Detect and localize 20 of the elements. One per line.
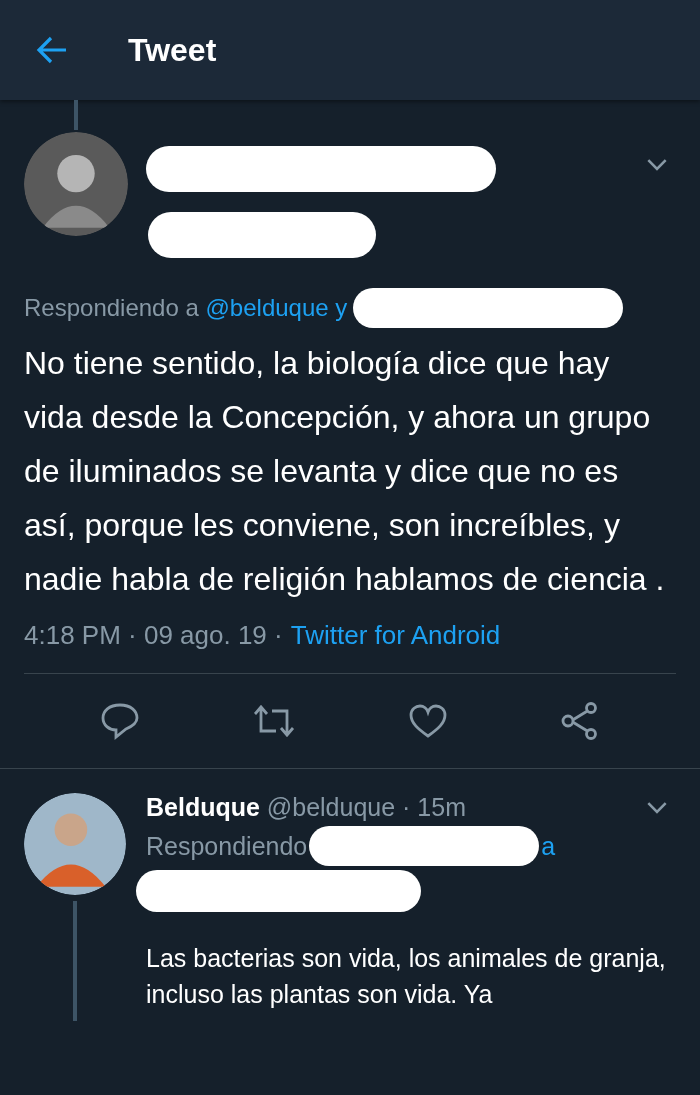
heart-icon[interactable]	[408, 703, 448, 739]
mention-link[interactable]: a	[541, 831, 556, 861]
replying-label: Respondiendo a	[24, 294, 200, 322]
chevron-down-icon[interactable]	[646, 158, 668, 171]
replying-label: Respondiendo	[146, 831, 308, 861]
avatar-icon[interactable]	[24, 132, 128, 236]
timestamp: 4:18 PM · 09 ago. 19 ·	[24, 620, 283, 651]
chevron-down-icon[interactable]	[646, 801, 668, 814]
back-arrow-icon[interactable]	[36, 36, 68, 64]
author-handle: @belduque · 15m	[266, 793, 466, 821]
tweet-text: No tiene sentido, la biología dice que hay vida desde la Concepción, y ahora un grupo de iluminados se levanta y dice que no es así, porque les conviene, son increíbles, y nadie habla de religión hablamos de ciencia .	[24, 344, 666, 599]
source-link[interactable]: Twitter for Android	[290, 620, 501, 651]
avatar-icon[interactable]	[24, 793, 126, 895]
reply-text: Las bacterias son vida, los animales de granja, incluso las plantas son vida. Ya	[146, 943, 667, 1010]
mention-link[interactable]: @belduque y	[205, 294, 348, 322]
retweet-icon[interactable]	[252, 703, 296, 739]
reply-icon[interactable]	[100, 702, 140, 740]
share-icon[interactable]	[560, 701, 600, 741]
page-title: Tweet	[128, 31, 217, 69]
author-name[interactable]: Belduque	[146, 793, 260, 821]
